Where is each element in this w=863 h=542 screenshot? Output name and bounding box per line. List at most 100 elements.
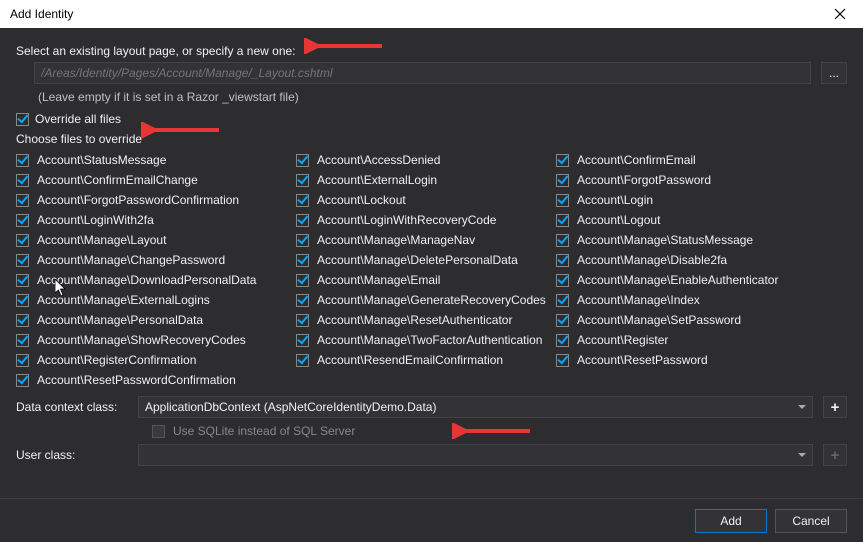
file-label: Account\LoginWith2fa	[37, 213, 154, 227]
file-checkbox[interactable]	[16, 354, 29, 367]
file-checkbox[interactable]	[16, 314, 29, 327]
file-checkbox[interactable]	[556, 214, 569, 227]
file-checkbox[interactable]	[296, 214, 309, 227]
file-checkbox[interactable]	[296, 174, 309, 187]
file-checkbox[interactable]	[16, 194, 29, 207]
file-item: Account\StatusMessage	[16, 152, 296, 168]
file-checkbox[interactable]	[16, 254, 29, 267]
file-item: Account\Manage\StatusMessage	[556, 232, 816, 248]
file-label: Account\Manage\EnableAuthenticator	[577, 273, 778, 287]
file-checkbox[interactable]	[296, 314, 309, 327]
file-item: Account\Manage\Layout	[16, 232, 296, 248]
file-label: Account\ConfirmEmail	[577, 153, 696, 167]
file-item: Account\Manage\Index	[556, 292, 816, 308]
file-checkbox[interactable]	[556, 274, 569, 287]
file-label: Account\Manage\ExternalLogins	[37, 293, 210, 307]
user-class-combo[interactable]	[138, 444, 813, 466]
file-item: Account\LoginWith2fa	[16, 212, 296, 228]
file-checkbox[interactable]	[556, 254, 569, 267]
override-all-label: Override all files	[35, 112, 121, 126]
file-item: Account\Manage\EnableAuthenticator	[556, 272, 816, 288]
file-item: Account\ConfirmEmailChange	[16, 172, 296, 188]
file-label: Account\Manage\SetPassword	[577, 313, 741, 327]
file-label: Account\Manage\ChangePassword	[37, 253, 225, 267]
file-checkbox[interactable]	[16, 234, 29, 247]
file-item: Account\Login	[556, 192, 816, 208]
file-label: Account\Manage\Index	[577, 293, 700, 307]
file-checkbox[interactable]	[556, 234, 569, 247]
file-checkbox[interactable]	[296, 274, 309, 287]
file-checkbox[interactable]	[296, 294, 309, 307]
file-item: Account\Logout	[556, 212, 816, 228]
file-item: Account\Manage\DeletePersonalData	[296, 252, 556, 268]
file-label: Account\Register	[577, 333, 668, 347]
file-label: Account\ConfirmEmailChange	[37, 173, 198, 187]
user-class-label: User class:	[16, 448, 128, 462]
file-label: Account\Manage\GenerateRecoveryCodes	[317, 293, 546, 307]
data-context-label: Data context class:	[16, 400, 128, 414]
window-title: Add Identity	[10, 7, 73, 21]
file-item: Account\Manage\Disable2fa	[556, 252, 816, 268]
file-checkbox[interactable]	[296, 194, 309, 207]
file-item: Account\ResetPasswordConfirmation	[16, 372, 296, 388]
file-checkbox[interactable]	[556, 154, 569, 167]
cancel-button[interactable]: Cancel	[775, 509, 847, 533]
sqlite-checkbox[interactable]	[152, 425, 165, 438]
file-label: Account\Manage\ShowRecoveryCodes	[37, 333, 246, 347]
dialog-footer: Add Cancel	[0, 498, 863, 542]
file-checkbox[interactable]	[556, 334, 569, 347]
title-bar: Add Identity	[0, 0, 863, 28]
file-item: Account\LoginWithRecoveryCode	[296, 212, 556, 228]
file-item: Account\Lockout	[296, 192, 556, 208]
file-checkbox[interactable]	[556, 294, 569, 307]
file-checkbox[interactable]	[16, 274, 29, 287]
file-label: Account\Lockout	[317, 193, 406, 207]
file-checkbox[interactable]	[16, 154, 29, 167]
file-checkbox[interactable]	[556, 174, 569, 187]
file-item: Account\Manage\ExternalLogins	[16, 292, 296, 308]
file-checkbox[interactable]	[296, 154, 309, 167]
file-label: Account\ResendEmailConfirmation	[317, 353, 503, 367]
file-checkbox[interactable]	[296, 334, 309, 347]
choose-files-label: Choose files to override	[16, 132, 847, 146]
file-item: Account\ConfirmEmail	[556, 152, 816, 168]
file-checkbox[interactable]	[16, 374, 29, 387]
file-checkbox[interactable]	[16, 334, 29, 347]
close-button[interactable]	[823, 2, 857, 26]
file-item: Account\Manage\SetPassword	[556, 312, 816, 328]
file-label: Account\Manage\ResetAuthenticator	[317, 313, 512, 327]
file-item: Account\Manage\GenerateRecoveryCodes	[296, 292, 556, 308]
add-button[interactable]: Add	[695, 509, 767, 533]
file-checkbox[interactable]	[556, 314, 569, 327]
file-checkbox[interactable]	[296, 254, 309, 267]
file-label: Account\Manage\DownloadPersonalData	[37, 273, 256, 287]
file-checkbox[interactable]	[296, 234, 309, 247]
browse-button[interactable]: ...	[821, 62, 847, 84]
file-item: Account\AccessDenied	[296, 152, 556, 168]
file-item: Account\Register	[556, 332, 816, 348]
file-label: Account\Manage\TwoFactorAuthentication	[317, 333, 542, 347]
add-user-class-button[interactable]: +	[823, 444, 847, 466]
override-all-checkbox[interactable]	[16, 113, 29, 126]
file-checkbox[interactable]	[296, 354, 309, 367]
file-checkbox[interactable]	[16, 294, 29, 307]
file-label: Account\ResetPassword	[577, 353, 708, 367]
file-checkbox[interactable]	[16, 174, 29, 187]
data-context-combo[interactable]: ApplicationDbContext (AspNetCoreIdentity…	[138, 396, 813, 418]
file-checkbox[interactable]	[556, 354, 569, 367]
file-label: Account\Manage\Layout	[37, 233, 166, 247]
file-label: Account\RegisterConfirmation	[37, 353, 196, 367]
layout-path-input[interactable]	[34, 62, 811, 84]
file-label: Account\StatusMessage	[37, 153, 166, 167]
file-item: Account\Manage\DownloadPersonalData	[16, 272, 296, 288]
add-data-context-button[interactable]: +	[823, 396, 847, 418]
file-checkbox[interactable]	[16, 214, 29, 227]
file-label: Account\ExternalLogin	[317, 173, 437, 187]
file-item: Account\ExternalLogin	[296, 172, 556, 188]
file-label: Account\Login	[577, 193, 653, 207]
file-label: Account\Manage\StatusMessage	[577, 233, 753, 247]
file-item: Account\Manage\ChangePassword	[16, 252, 296, 268]
file-checkbox[interactable]	[556, 194, 569, 207]
file-override-grid: Account\StatusMessage Account\AccessDenie…	[16, 152, 847, 388]
layout-section-label: Select an existing layout page, or speci…	[16, 44, 847, 58]
